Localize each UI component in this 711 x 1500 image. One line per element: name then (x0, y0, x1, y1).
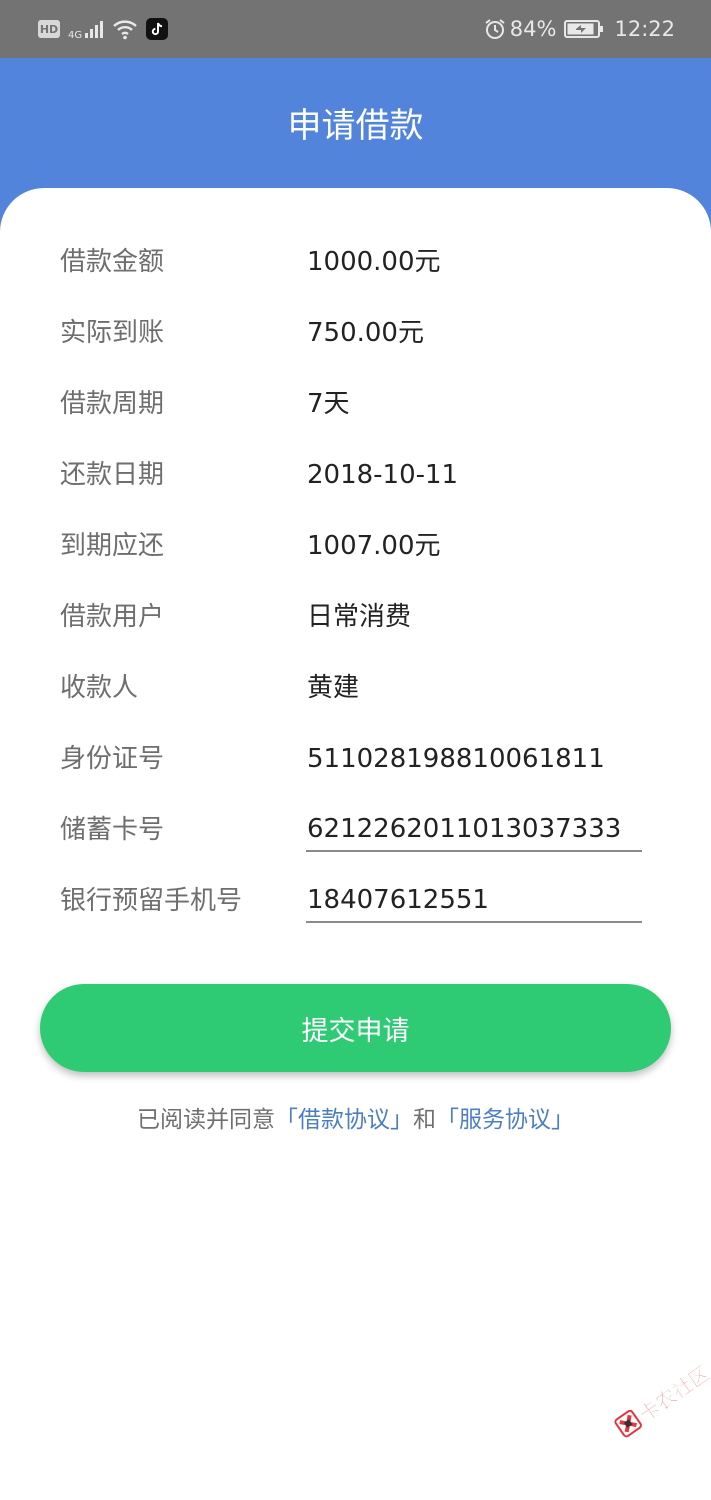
input-row-card-number: 储蓄卡号 (0, 805, 711, 855)
agreement-connector: 和 (413, 1107, 436, 1133)
detail-label: 借款金额 (60, 247, 165, 277)
loan-application-screen: HD 4G 84% 12:22 申请借款 借款金额 1000.00元 实际到账 … (0, 0, 711, 1500)
detail-value: 750.00元 (307, 318, 424, 348)
service-agreement-link[interactable]: 「服务协议」 (436, 1107, 574, 1133)
detail-label: 到期应还 (60, 531, 165, 561)
detail-value: 2018-10-11 (307, 460, 459, 490)
detail-label: 实际到账 (60, 318, 165, 348)
signal-icon (85, 21, 104, 38)
detail-value: 1000.00元 (307, 247, 441, 277)
battery-percent: 84% (509, 17, 557, 41)
loan-agreement-link[interactable]: 「借款协议」 (275, 1107, 413, 1133)
detail-label: 收款人 (60, 673, 139, 703)
agreement-text: 已阅读并同意「借款协议」和「服务协议」 (0, 1100, 711, 1140)
detail-row-loan-amount: 借款金额 1000.00元 (0, 237, 711, 287)
detail-row-id-number: 身份证号 511028198810061811 (0, 734, 711, 784)
detail-row-loan-period: 借款周期 7天 (0, 379, 711, 429)
alarm-icon (485, 19, 505, 39)
status-bar: HD 4G 84% 12:22 (0, 0, 711, 58)
detail-row-amount-due: 到期应还 1007.00元 (0, 521, 711, 571)
submit-application-button[interactable]: 提交申请 (40, 984, 671, 1072)
status-bar-left: HD 4G (38, 18, 169, 41)
detail-value: 511028198810061811 (307, 744, 605, 774)
wifi-icon (113, 20, 137, 40)
tiktok-icon (146, 18, 169, 40)
detail-value: 7天 (307, 389, 350, 419)
detail-row-payee: 收款人 黄建 (0, 663, 711, 713)
page-title: 申请借款 (287, 106, 424, 146)
detail-value: 日常消费 (307, 602, 412, 632)
agreement-prefix: 已阅读并同意 (137, 1107, 275, 1133)
detail-label: 身份证号 (60, 744, 165, 774)
detail-label: 还款日期 (60, 460, 165, 490)
detail-row-repayment-date: 还款日期 2018-10-11 (0, 450, 711, 500)
card-number-label: 储蓄卡号 (60, 815, 165, 845)
detail-value: 黄建 (307, 673, 360, 703)
network-type: 4G (68, 29, 83, 41)
phone-label: 银行预留手机号 (60, 886, 243, 916)
battery-charging-icon (564, 20, 604, 38)
detail-row-loan-purpose: 借款用户 日常消费 (0, 592, 711, 642)
detail-label: 借款周期 (60, 389, 165, 419)
status-bar-right: 84% 12:22 (484, 17, 675, 41)
hd-icon: HD (38, 20, 60, 38)
status-time: 12:22 (614, 17, 675, 41)
detail-value: 1007.00元 (307, 531, 441, 561)
detail-row-actual-received: 实际到账 750.00元 (0, 308, 711, 358)
phone-input[interactable] (306, 879, 642, 923)
card-number-input[interactable] (306, 808, 642, 852)
detail-label: 借款用户 (60, 602, 165, 632)
input-row-phone: 银行预留手机号 (0, 876, 711, 926)
